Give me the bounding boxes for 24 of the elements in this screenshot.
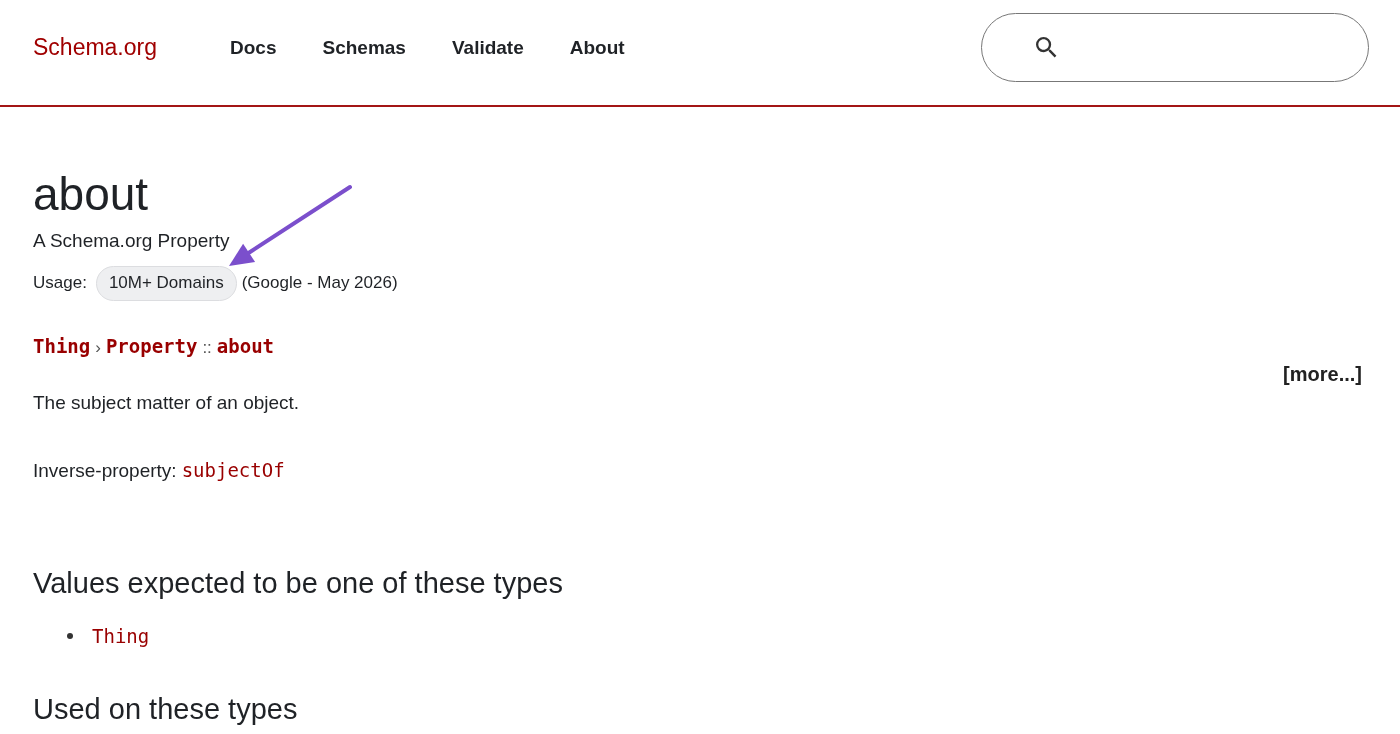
site-logo[interactable]: Schema.org bbox=[33, 13, 157, 82]
bullet-icon bbox=[67, 633, 73, 639]
breadcrumb-link[interactable]: about bbox=[216, 332, 275, 360]
more-link[interactable]: [more...] bbox=[1283, 360, 1362, 388]
inverse-property-label: Inverse-property: bbox=[33, 459, 177, 483]
page-title: about bbox=[33, 167, 149, 222]
section-heading: Values expected to be one of these types bbox=[33, 566, 563, 601]
inverse-property-link[interactable]: subjectOf bbox=[181, 456, 285, 484]
description-text: The subject matter of an object. bbox=[33, 391, 300, 415]
nav-link[interactable]: Docs bbox=[230, 13, 277, 82]
breadcrumb-separator: › bbox=[95, 337, 101, 359]
breadcrumb-link[interactable]: Property bbox=[105, 332, 198, 360]
page-subtitle: A Schema.org Property bbox=[33, 229, 230, 253]
nav-link[interactable]: Schemas bbox=[322, 13, 406, 82]
search-icon bbox=[1036, 37, 1057, 58]
type-link[interactable]: Thing bbox=[92, 622, 150, 650]
nav-link[interactable]: Validate bbox=[451, 13, 524, 82]
nav-link[interactable]: About bbox=[569, 13, 625, 82]
usage-source: (Google - May 2026) bbox=[241, 273, 398, 293]
usage-badge: 10M+ Domains bbox=[95, 265, 237, 301]
breadcrumb-separator: :: bbox=[202, 337, 212, 359]
breadcrumb-link[interactable]: Thing bbox=[33, 332, 91, 360]
section-heading: Used on these types bbox=[33, 692, 298, 727]
usage-label: Usage: bbox=[33, 273, 87, 293]
